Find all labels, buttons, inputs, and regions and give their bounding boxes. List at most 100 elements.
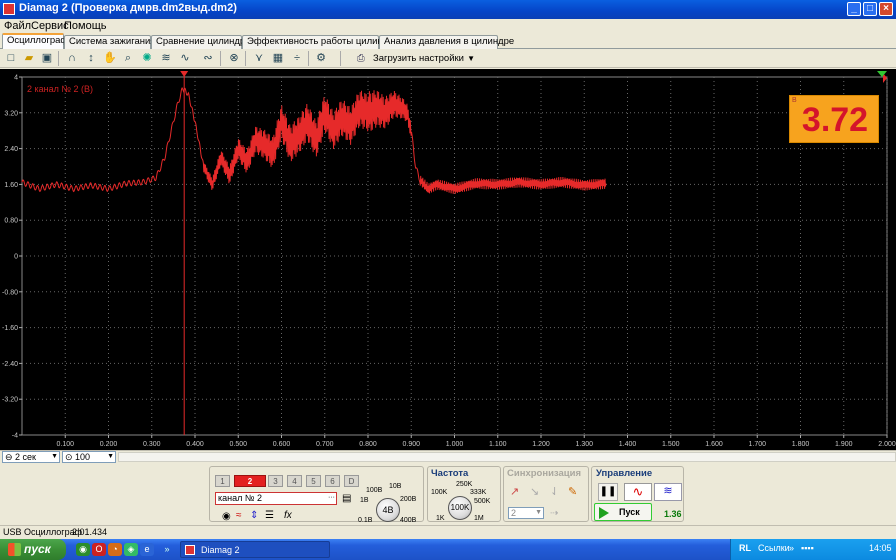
toolbar-separator [58, 51, 59, 66]
voltage-label-10v: 10В [389, 483, 402, 490]
channel-button-6[interactable]: 6 [325, 475, 340, 487]
readout-value: 3.72 [801, 101, 869, 139]
sync-auto-icon[interactable]: ✎ [568, 485, 577, 498]
timebase-bar: ⊖ 2 сек ▼ ⊙ 100 ▼ [0, 450, 896, 463]
y-tick-label: -3.20 [2, 397, 18, 404]
sync-title: Синхронизация [507, 468, 582, 479]
divide-icon[interactable]: ÷ [289, 51, 305, 66]
x-tick-label: 0.200 [100, 441, 118, 448]
taskbar-item-diamag[interactable]: Diamag 2 [180, 541, 330, 558]
table-icon[interactable]: ▦ [270, 51, 286, 66]
time-per-div-value: 2 сек [15, 452, 36, 462]
tray-links[interactable]: Ссылки [758, 543, 790, 553]
channel-button-4[interactable]: 4 [287, 475, 302, 487]
channel-button-d[interactable]: D [344, 475, 359, 487]
position-icon[interactable]: ⇕ [250, 510, 258, 521]
toolbar-separator [340, 51, 341, 66]
tab-cylinder-compare[interactable]: Сравнение цилиндров [151, 35, 255, 49]
quicklaunch-opera-icon[interactable]: O [92, 543, 106, 556]
start-button-taskbar[interactable]: пуск [0, 539, 66, 560]
sync-level-icon[interactable]: ⇃ [550, 485, 559, 498]
taskbar: пуск ◉ O ◔ ◈ e » Diamag 2 RL Ссылки » ▪▪… [0, 539, 896, 560]
settings-icon[interactable]: ⚙ [313, 51, 329, 66]
zoom-icon[interactable]: ⌕ [120, 51, 136, 66]
tab-cylinder-efficiency[interactable]: Эффективность работы цилиндров [242, 35, 404, 49]
pause-icon[interactable]: ❚❚ [598, 483, 618, 501]
quicklaunch-firefox-icon[interactable]: ◔ [108, 543, 122, 556]
channel-button-1[interactable]: 1 [215, 475, 230, 487]
markers-icon[interactable]: ⋎ [251, 51, 267, 66]
frequency-knob[interactable]: 100K [448, 496, 472, 520]
function-icon[interactable]: fx [284, 510, 292, 521]
quicklaunch-ie-icon[interactable]: e [140, 543, 154, 556]
voltage-label-400v: 400В [400, 517, 417, 524]
new-file-icon[interactable]: □ [3, 51, 19, 66]
oscilloscope-plot[interactable]: 43.202.401.600.800-0.80-1.60-2.40-3.20-4… [0, 69, 896, 450]
tray-network-icon[interactable]: ▪▪▪▪ [801, 543, 814, 553]
window-title: Diamag 2 (Проверка дмрв.dm2выд.dm2) [19, 2, 237, 14]
maximize-button[interactable]: □ [863, 2, 877, 16]
save-icon[interactable]: ▣ [39, 51, 55, 66]
system-tray: RL Ссылки » ▪▪▪▪ 14:05 [730, 539, 896, 560]
wave-split-icon[interactable]: ∾ [200, 51, 216, 66]
sync-fall-icon[interactable]: ↘ [530, 485, 539, 498]
close-button[interactable]: × [879, 2, 893, 16]
channel-button-3[interactable]: 3 [268, 475, 283, 487]
menu-file[interactable]: Файл [4, 20, 31, 32]
tab-ignition[interactable]: Система зажигания [64, 35, 155, 49]
y-tick-label: 4 [14, 75, 18, 82]
sync-channel-select[interactable]: 2 ▼ [508, 507, 544, 519]
channel-color-icon[interactable]: ▤ [342, 493, 351, 504]
wave-multi-icon[interactable]: ∿ [177, 51, 193, 66]
freq-label-1m: 1M [474, 515, 484, 522]
level-icon[interactable]: ☰ [265, 510, 274, 521]
chevron-down-icon: ▼ [107, 453, 114, 460]
filter-icon[interactable]: ✺ [139, 51, 155, 66]
hand-icon[interactable]: ✋ [102, 51, 118, 66]
toolbar-separator [308, 51, 309, 66]
toolbar-separator [245, 51, 246, 66]
x-tick-label: 0.400 [186, 441, 204, 448]
start-button[interactable]: Пуск [594, 503, 652, 521]
window-title-bar[interactable]: Diamag 2 (Проверка дмрв.dm2выд.dm2) _ □ … [0, 0, 896, 19]
multi-wave-icon[interactable]: ≋ [654, 483, 682, 501]
oscilloscope-display[interactable]: 4 3.20 2.40 1.60 0.80 0 -0.80 -1.60 -2.40 -3.20 -4… [0, 69, 896, 450]
freq-label-500k: 500K [474, 498, 491, 505]
wave-compare-icon[interactable]: ≋ [158, 51, 174, 66]
minimize-button[interactable]: _ [847, 2, 861, 16]
quicklaunch-more-icon[interactable]: » [160, 543, 174, 556]
channel-name-browse-icon[interactable]: ··· [328, 494, 335, 501]
y-tick-label: 0 [14, 254, 18, 261]
open-folder-icon[interactable]: ▰ [21, 51, 37, 66]
sync-arrows-icon[interactable]: ⇢ [550, 508, 558, 519]
tab-oscilloscope[interactable]: Осциллограф [2, 33, 68, 50]
single-wave-icon[interactable]: ∿ [624, 483, 652, 501]
zoom-percent-select[interactable]: ⊙ 100 ▼ [62, 451, 116, 463]
tab-cylinder-pressure[interactable]: Анализ давления в цилиндре [379, 35, 514, 49]
load-settings-label: Загрузить настройки [373, 53, 464, 64]
invert-icon[interactable]: ≈ [236, 510, 242, 521]
tray-expand-icon[interactable]: » [789, 543, 794, 553]
time-per-div-select[interactable]: ⊖ 2 сек ▼ [2, 451, 60, 463]
quicklaunch-chrome-icon[interactable]: ◉ [76, 543, 90, 556]
probe-type-icon[interactable]: ◉ [222, 511, 231, 522]
channel-button-2[interactable]: 2 [234, 475, 266, 487]
channel-name-input[interactable]: канал № 2 [215, 492, 337, 505]
quicklaunch-app-icon[interactable]: ◈ [124, 543, 138, 556]
tray-language[interactable]: RL [739, 543, 751, 553]
horizontal-scrollbar[interactable] [118, 452, 896, 462]
cursor-marker-icon [180, 71, 189, 77]
menu-help[interactable]: Помощь [64, 20, 107, 32]
probe-icon[interactable]: ∩ [64, 51, 80, 66]
tray-clock: 14:05 [869, 543, 892, 553]
stop-icon[interactable]: ⊗ [226, 51, 242, 66]
y-axis: 4 3.20 2.40 1.60 0.80 0 -0.80 -1.60 -2.40 -3.20 -4 [2, 75, 22, 440]
voltage-knob[interactable]: 4В [376, 498, 400, 522]
load-settings-button[interactable]: ⎙ Загрузить настройки ▼ [355, 51, 479, 66]
cursor-icon[interactable]: ↕ [83, 51, 99, 66]
voltage-label-100v: 100В [366, 487, 383, 494]
channel-button-5[interactable]: 5 [306, 475, 321, 487]
x-tick-label: 0.100 [56, 441, 74, 448]
voltage-readout: В 3.72 [789, 95, 879, 143]
sync-rise-icon[interactable]: ↗ [510, 485, 519, 498]
